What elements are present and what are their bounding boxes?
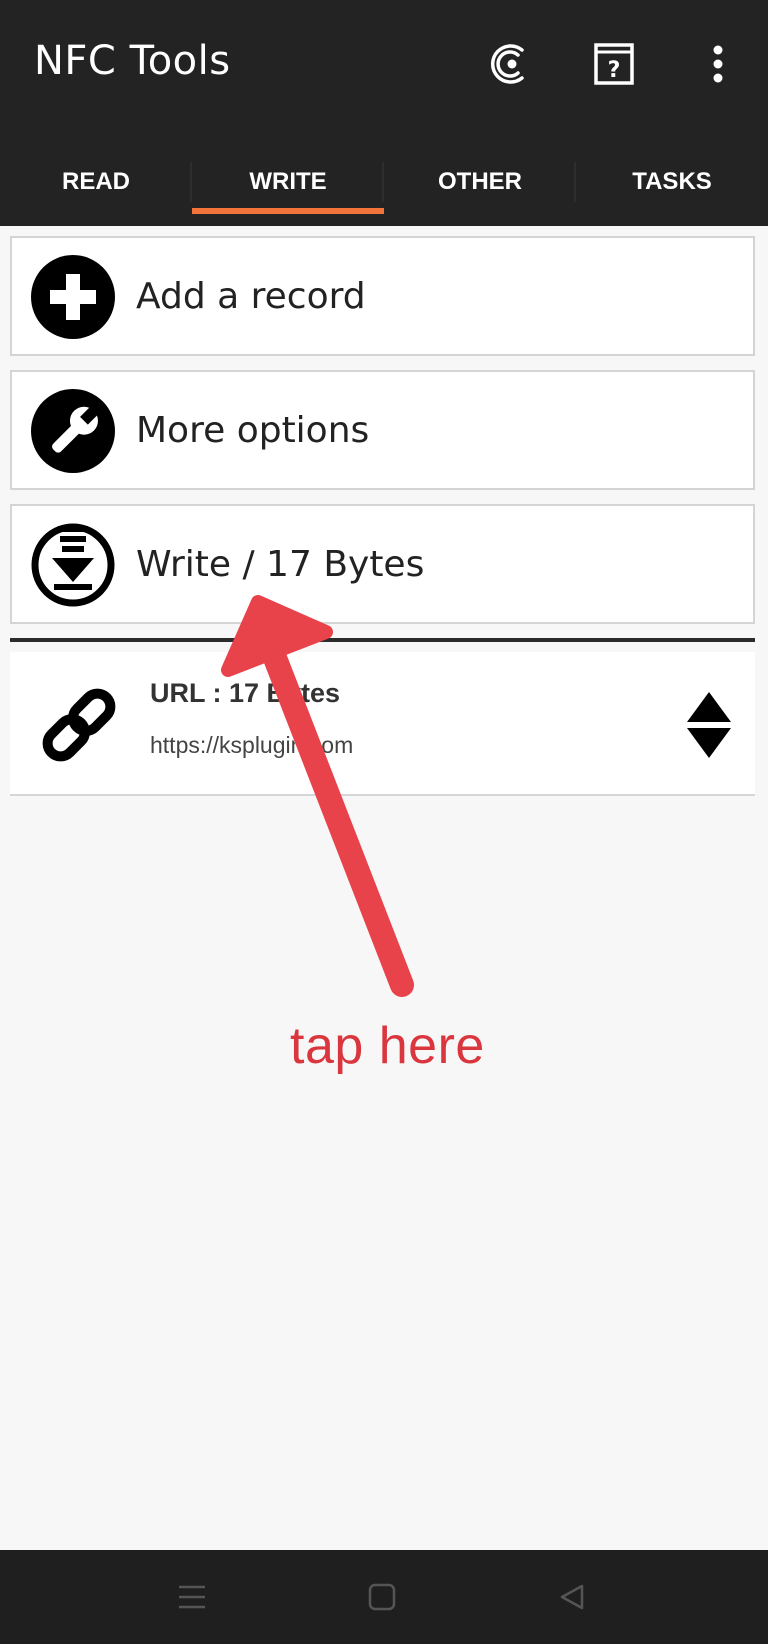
menu-icon[interactable]: [167, 1572, 217, 1622]
menu-glyph: [179, 1585, 205, 1609]
tab-tasks-label: TASKS: [632, 168, 712, 195]
tab-read[interactable]: READ: [0, 138, 192, 226]
tab-other-label: OTHER: [438, 168, 522, 195]
svg-text:?: ?: [608, 58, 621, 83]
screen: NFC Tools ? READ WRITE OTHER TASKS Add a…: [0, 0, 768, 1644]
back-triangle-icon[interactable]: [547, 1572, 597, 1622]
record-list-separator: [10, 638, 755, 642]
tab-other[interactable]: OTHER: [384, 138, 576, 226]
link-icon: [42, 688, 116, 762]
back-triangle-glyph: [560, 1584, 584, 1610]
tab-read-label: READ: [61, 168, 130, 195]
record-value: https://ksplugin.com: [150, 732, 354, 758]
help-book-icon[interactable]: ?: [586, 36, 642, 92]
more-vert-icon[interactable]: [690, 36, 746, 92]
reorder-handle-icon[interactable]: [683, 690, 735, 760]
plus-circle-icon: [31, 255, 115, 339]
add-record-label: Add a record: [136, 275, 366, 317]
more-options-label: More options: [136, 409, 370, 451]
nfc-compat-icon[interactable]: [482, 36, 538, 92]
app-title: NFC Tools: [34, 38, 231, 84]
home-square-glyph: [368, 1583, 396, 1611]
more-options-button[interactable]: More options: [10, 370, 755, 490]
tab-bar: READ WRITE OTHER TASKS: [0, 138, 768, 226]
help-book-glyph: ?: [594, 43, 634, 85]
wrench-icon: [31, 389, 115, 473]
more-vert-glyph: [713, 45, 723, 83]
system-nav-bar: [0, 1550, 768, 1644]
tab-write-label: WRITE: [249, 168, 327, 195]
list-item[interactable]: URL : 17 Bytes https://ksplugin.com: [10, 652, 755, 796]
annotation-text: tap here: [290, 1017, 485, 1075]
app-bar: NFC Tools ? READ WRITE OTHER TASKS: [0, 0, 768, 226]
home-square-icon[interactable]: [357, 1572, 407, 1622]
write-label: Write / 17 Bytes: [136, 543, 425, 585]
tab-tasks[interactable]: TASKS: [576, 138, 768, 226]
active-tab-indicator: [192, 208, 384, 214]
nfc-compat-glyph: [491, 44, 524, 84]
download-circle-icon: [31, 523, 115, 607]
write-button[interactable]: Write / 17 Bytes: [10, 504, 755, 624]
add-record-button[interactable]: Add a record: [10, 236, 755, 356]
record-title: URL : 17 Bytes: [150, 678, 341, 708]
tab-write[interactable]: WRITE: [192, 138, 384, 226]
